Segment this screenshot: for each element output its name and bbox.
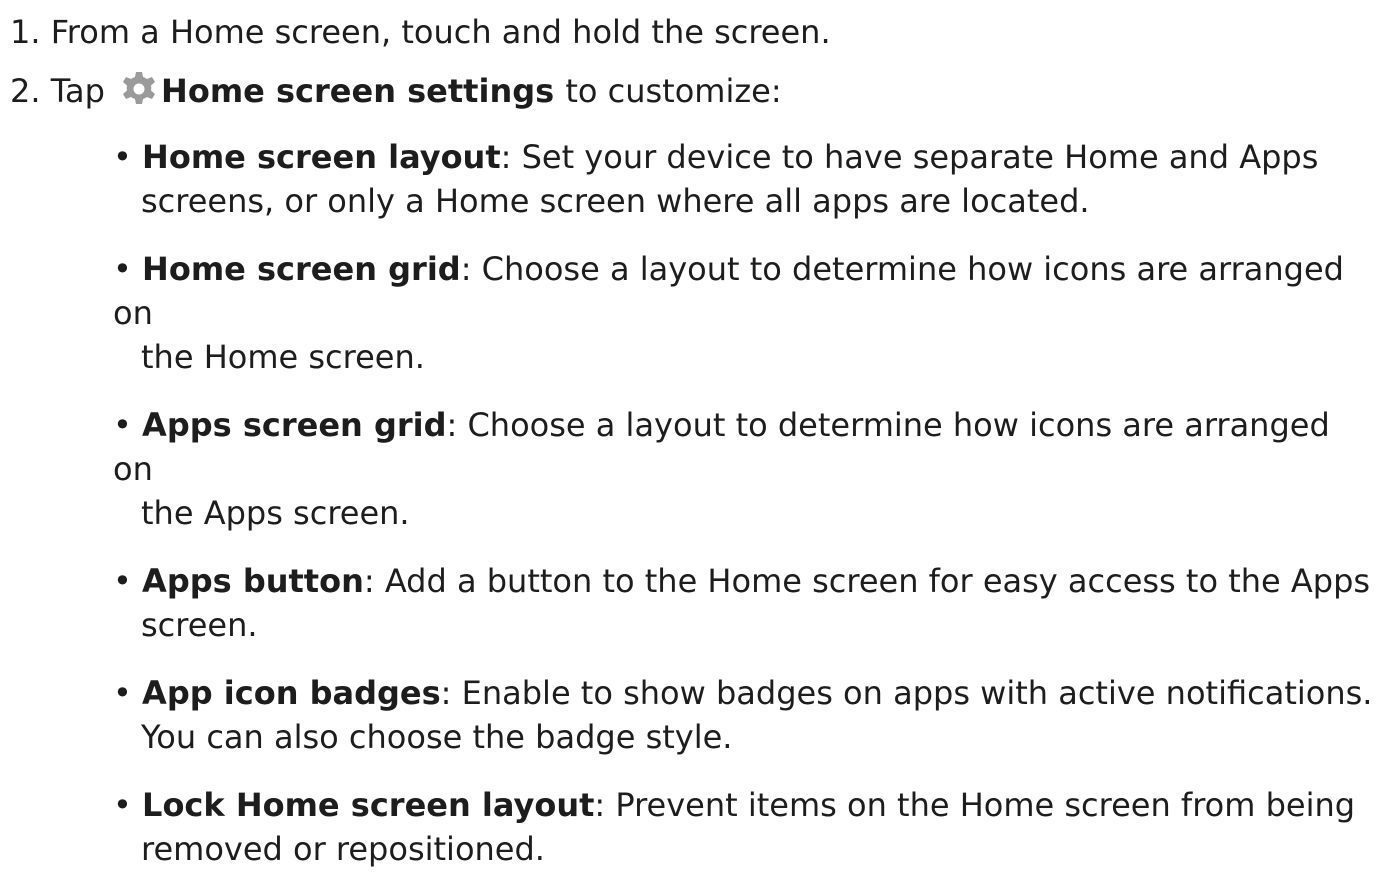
option-description: : Enable to show badges on apps with act… [440,674,1373,712]
settings-options-list: • Home screen layout: Set your device to… [113,135,1373,895]
step-suffix: to customize: [565,72,782,110]
option-description: : Add a button to the Home screen for ea… [363,562,1371,600]
option-term: Home screen grid [142,250,461,288]
step-text: From a Home screen, touch and hold the s… [50,13,831,51]
option-term: App icon badges [142,674,441,712]
option-term: Apps button [142,562,364,600]
list-item: • App icon badges: Enable to show badges… [113,671,1373,759]
option-description-continued: You can also choose the badge style. [141,718,733,756]
list-item: • Home screen grid: Choose a layout to d… [113,247,1373,379]
option-description-continued: the Home screen. [141,338,425,376]
list-item: • Apps screen grid: Choose a layout to d… [113,403,1373,535]
option-term: Lock Home screen layout [142,786,595,824]
list-item: • Home screen layout: Set your device to… [113,135,1373,223]
option-description: : Prevent items on the Home screen from … [594,786,1356,824]
option-term: Apps screen grid [142,406,447,444]
step-prefix: Tap [50,72,116,110]
option-description: : Set your device to have separate Home … [500,138,1319,176]
option-description-continued: screens, or only a Home screen where all… [141,182,1090,220]
step-number: 1. [10,13,41,51]
step-2: 2. Tap Home screen settings to customize… [10,69,782,113]
step-1: 1. From a Home screen, touch and hold th… [10,10,831,54]
settings-name: Home screen settings [161,72,566,110]
option-term: Home screen layout [142,138,501,176]
gear-icon [119,69,159,109]
option-description-continued: the Apps screen. [141,494,410,532]
list-item: • Lock Home screen layout: Prevent items… [113,783,1373,871]
option-description-continued: removed or repositioned. [141,830,545,868]
list-item: • Apps button: Add a button to the Home … [113,559,1373,647]
option-description-continued: screen. [141,606,258,644]
step-number: 2. [10,72,41,110]
